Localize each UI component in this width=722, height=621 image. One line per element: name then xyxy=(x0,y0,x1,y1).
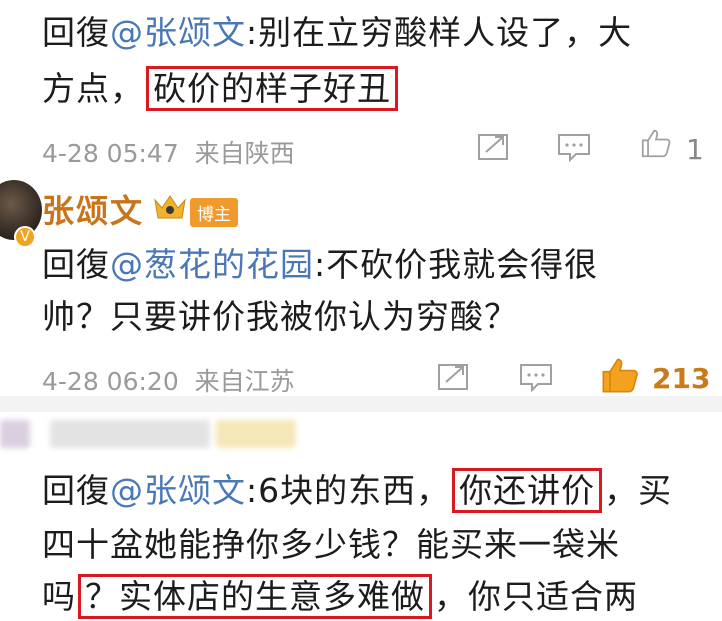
comment-text: :6块的东西， xyxy=(246,471,451,510)
comment-1-meta: 4-28 05:47 来自陕西 xyxy=(42,134,295,170)
reply-prefix: 回復 xyxy=(42,471,110,510)
location: 来自江苏 xyxy=(194,367,295,396)
comment-text: :不砍价我就会得很 xyxy=(314,245,599,284)
divider xyxy=(0,396,722,412)
highlighted-text: ？实体店的生意多难做 xyxy=(78,574,432,619)
mention-link[interactable]: @张颂文 xyxy=(110,471,246,510)
share-icon[interactable] xyxy=(436,362,472,392)
comment-2-meta: 4-28 06:20 来自江苏 xyxy=(42,362,295,398)
blurred-avatar xyxy=(0,420,30,448)
comment-2-line-2: 帅？只要讲价我被你认为穷酸？ xyxy=(42,297,518,336)
comment-text: :别在立穷酸样人设了，大 xyxy=(246,13,633,52)
comment-text: 吗 xyxy=(42,577,76,616)
author-name[interactable]: 张颂文 xyxy=(42,186,144,232)
highlighted-text: 你还讲价 xyxy=(452,468,603,513)
blurred-badge xyxy=(216,420,296,448)
timestamp: 4-28 05:47 xyxy=(42,139,179,168)
blogger-badge: 博主 xyxy=(190,198,238,227)
reply-prefix: 回復 xyxy=(42,13,110,52)
mention-link[interactable]: @张颂文 xyxy=(110,13,246,52)
comment-3-line-2: 四十盆她能挣你多少钱？能买来一袋米 xyxy=(42,525,620,564)
comment-3-line-3: 吗？实体店的生意多难做 ，你只适合两 xyxy=(42,572,638,621)
timestamp: 4-28 06:20 xyxy=(42,367,179,396)
comment-1-line-2: 方点， 砍价的样子好丑 xyxy=(42,64,400,114)
comment-icon[interactable] xyxy=(556,132,592,162)
reply-prefix: 回復 xyxy=(42,245,110,284)
comment-text: ，你只适合两 xyxy=(434,577,638,616)
share-icon[interactable] xyxy=(476,132,512,162)
comment-icon[interactable] xyxy=(518,362,554,392)
comment-text: ，买 xyxy=(604,471,673,510)
mention-link[interactable]: @葱花的花园 xyxy=(110,245,314,284)
like-count: 213 xyxy=(652,362,711,395)
like-count: 1 xyxy=(686,133,704,166)
like-icon[interactable] xyxy=(600,356,640,394)
location: 来自陕西 xyxy=(194,139,295,168)
like-icon[interactable] xyxy=(638,128,674,158)
crown-icon xyxy=(154,195,186,219)
verified-icon: V xyxy=(14,226,36,248)
comment-3-line-1: 回復@张颂文:6块的东西， 你还讲价 ，买 xyxy=(42,466,672,516)
blurred-username xyxy=(50,420,210,448)
comment-text: 方点， xyxy=(42,69,144,108)
highlighted-text: 砍价的样子好丑 xyxy=(146,66,398,111)
comment-1-line-1: 回復@张颂文:别在立穷酸样人设了，大 xyxy=(42,8,632,58)
comment-2-line-1: 回復@葱花的花园:不砍价我就会得很 xyxy=(42,240,598,290)
